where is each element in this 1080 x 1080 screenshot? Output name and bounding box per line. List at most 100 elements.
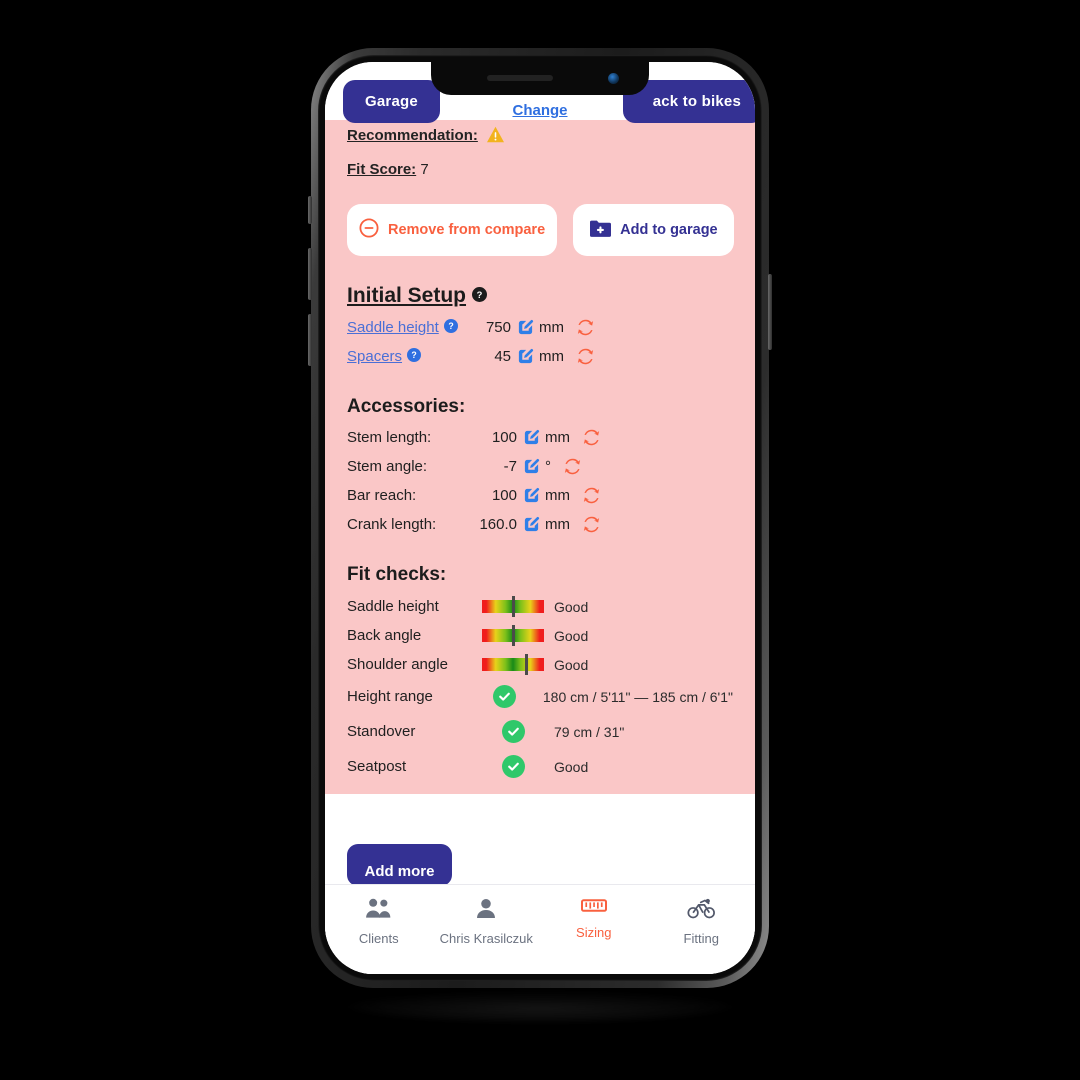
change-link-label: Change: [512, 102, 568, 119]
volume-down-button[interactable]: [308, 314, 312, 366]
edit-square-icon[interactable]: [523, 516, 540, 533]
add-more-button[interactable]: Add more: [347, 844, 452, 886]
edit-square-icon[interactable]: [523, 487, 540, 504]
fit-check-result: Good: [554, 656, 589, 673]
fit-check-label: Height range: [347, 688, 433, 705]
reset-icon[interactable]: [563, 457, 582, 476]
edit-square-icon[interactable]: [523, 429, 540, 446]
fit-check-row-seatpost: Seatpost Good: [347, 755, 733, 778]
tab-client-profile[interactable]: Chris Krasilczuk: [433, 898, 541, 946]
front-camera-icon: [608, 73, 619, 84]
reset-icon[interactable]: [582, 486, 601, 505]
garage-button[interactable]: Garage: [343, 80, 440, 123]
bar-reach-label: Bar reach:: [347, 487, 417, 504]
fit-check-result: 79 cm / 31": [554, 723, 625, 740]
recommendation-row: Recommendation:: [347, 126, 733, 147]
fit-check-result: Good: [554, 758, 589, 775]
spacers-unit: mm: [539, 348, 564, 365]
fit-check-label: Shoulder angle: [347, 656, 448, 673]
garage-button-label: Garage: [365, 93, 418, 110]
check-circle-icon: [472, 720, 554, 743]
edit-square-icon[interactable]: [517, 319, 534, 336]
crank-length-value: 160.0: [479, 516, 517, 533]
fit-checks-heading: Fit checks:: [347, 564, 447, 585]
help-circle-icon[interactable]: ?: [407, 347, 422, 366]
add-more-label: Add more: [364, 863, 435, 880]
fit-check-row-saddle-height: Saddle height Good: [347, 596, 733, 617]
saddle-height-link[interactable]: Saddle height ?: [347, 318, 465, 337]
check-circle-icon: [472, 755, 554, 778]
svg-text:?: ?: [411, 350, 416, 360]
reset-icon[interactable]: [576, 318, 595, 337]
gauge-marker: [511, 596, 515, 617]
check-badge: [501, 755, 525, 778]
spec-row-spacers: Spacers ? 45 mm: [347, 347, 733, 366]
tab-label: Clients: [358, 931, 399, 946]
volume-up-button[interactable]: [308, 248, 312, 300]
fit-check-gauge: [472, 654, 554, 675]
fit-check-label: Back angle: [347, 627, 422, 644]
initial-setup-title: Initial Setup: [347, 284, 467, 307]
spec-row-stem-angle: Stem angle: -7 °: [347, 457, 733, 476]
power-button[interactable]: [768, 274, 772, 350]
spec-row-saddle-height: Saddle height ? 750 mm: [347, 318, 733, 337]
card-actions: Remove from compare Add to garage: [347, 204, 734, 256]
tab-label: Chris Krasilczuk: [439, 931, 533, 946]
notch: [431, 62, 649, 95]
reset-icon[interactable]: [582, 515, 601, 534]
initial-setup-heading: Initial Setup ?: [347, 284, 733, 308]
mute-switch[interactable]: [308, 196, 312, 224]
tab-sizing[interactable]: Sizing: [540, 898, 648, 940]
gauge-marker: [525, 654, 529, 675]
folder-plus-icon: [589, 219, 612, 242]
person-icon: [475, 898, 497, 924]
edit-square-icon[interactable]: [517, 348, 534, 365]
stem-length-label: Stem length:: [347, 429, 432, 446]
ruler-icon: [580, 898, 607, 918]
add-to-garage-label: Add to garage: [620, 222, 718, 238]
app-container: Garage ack to bikes Change Recommendatio…: [325, 62, 755, 974]
fit-check-row-shoulder-angle: Shoulder angle Good: [347, 654, 733, 675]
stem-length-unit: mm: [545, 429, 570, 446]
help-circle-icon[interactable]: ?: [443, 318, 458, 337]
check-badge: [492, 685, 516, 708]
warning-triangle-icon: [486, 126, 505, 147]
edit-square-icon[interactable]: [523, 458, 540, 475]
spacers-link[interactable]: Spacers ?: [347, 347, 465, 366]
fit-score-value: 7: [420, 161, 429, 178]
fit-check-row-standover: Standover 79 cm / 31": [347, 720, 733, 743]
stem-angle-label: Stem angle:: [347, 458, 428, 475]
fit-score-label: Fit Score:: [347, 161, 417, 178]
remove-from-compare-button[interactable]: Remove from compare: [347, 204, 558, 256]
tab-label: Sizing: [576, 925, 612, 940]
spacers-value: 45: [494, 348, 511, 365]
fit-score-row: Fit Score: 7: [347, 161, 733, 178]
reset-icon[interactable]: [582, 428, 601, 447]
help-circle-icon[interactable]: ?: [472, 284, 488, 308]
phone-drop-shadow: [340, 990, 740, 1024]
check-circle-icon: [465, 685, 543, 708]
add-to-garage-button[interactable]: Add to garage: [573, 204, 734, 256]
gauge-bar: [482, 596, 544, 617]
bicycle-icon: [687, 898, 716, 924]
fit-check-result: 180 cm / 5'11" — 185 cm / 6'1": [542, 688, 733, 705]
reset-icon[interactable]: [576, 347, 595, 366]
fit-check-label: Saddle height: [347, 598, 439, 615]
tab-label: Fitting: [683, 931, 719, 946]
recommendation-label: Recommendation:: [347, 127, 478, 144]
fit-check-label: Standover: [347, 723, 416, 740]
spec-row-crank-length: Crank length: 160.0 mm: [347, 515, 733, 534]
screenshot-stage: Garage ack to bikes Change Recommendatio…: [0, 0, 1080, 1080]
earpiece-speaker: [487, 75, 553, 81]
bar-reach-value: 100: [491, 487, 517, 504]
remove-from-compare-label: Remove from compare: [388, 222, 546, 238]
spec-row-stem-length: Stem length: 100 mm: [347, 428, 733, 447]
bottom-tab-bar: Clients Chris Krasilczuk Sizing Fitting: [325, 884, 755, 974]
svg-text:?: ?: [477, 290, 483, 300]
fit-check-row-back-angle: Back angle Good: [347, 625, 733, 646]
tab-clients[interactable]: Clients: [325, 898, 433, 946]
tab-fitting[interactable]: Fitting: [648, 898, 756, 946]
stem-angle-value: -7: [503, 458, 517, 475]
minus-circle-icon: [359, 218, 379, 242]
accessories-heading: Accessories:: [347, 396, 466, 417]
